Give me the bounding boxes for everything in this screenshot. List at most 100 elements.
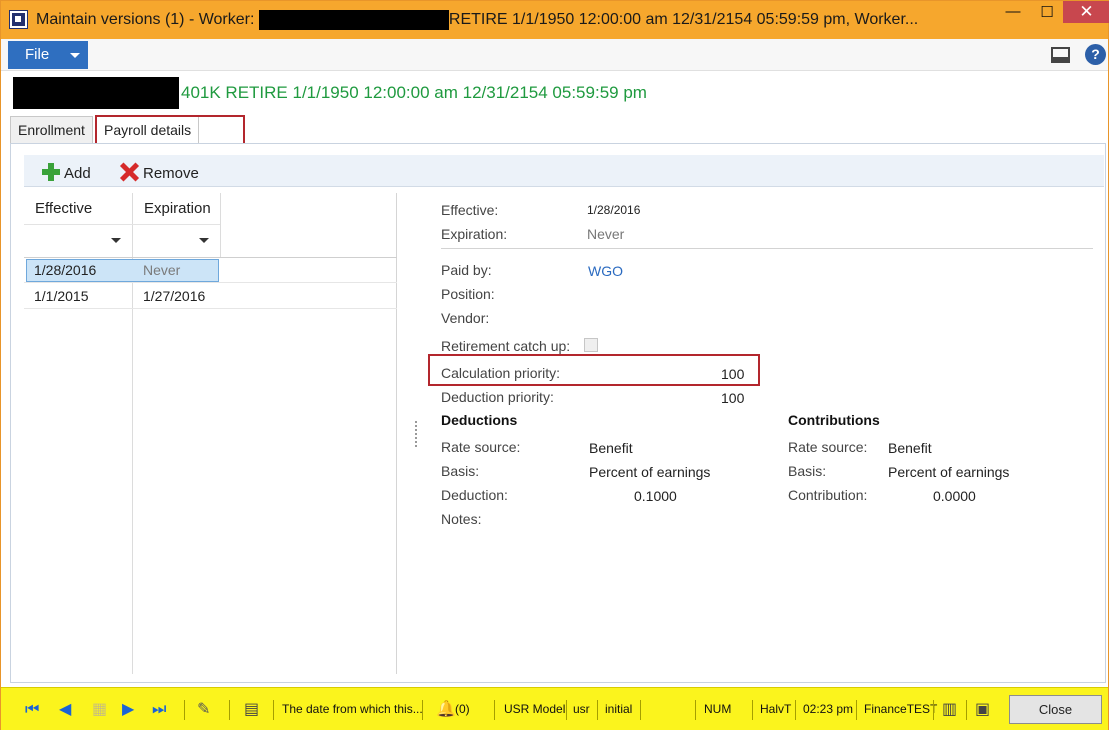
user-indicator: HalvT xyxy=(760,702,792,716)
calculation-priority-value[interactable]: 100 xyxy=(721,366,744,382)
remove-button[interactable]: Remove xyxy=(119,162,199,182)
deduction-amount-value: 0.1000 xyxy=(634,488,677,504)
num-lock-indicator: NUM xyxy=(704,702,732,716)
contribution-basis-label: Basis: xyxy=(788,463,827,479)
versions-grid: Effective Expiration 1/28/2016 Never 1/1… xyxy=(24,193,397,674)
model-indicator: USR Model xyxy=(504,702,566,716)
deduction-rate-source-label: Rate source: xyxy=(441,439,521,455)
redacted-name xyxy=(258,10,449,30)
tab-enrollment[interactable]: Enrollment xyxy=(10,116,93,143)
effective-label: Effective: xyxy=(441,202,499,218)
expiration-value: Never xyxy=(587,226,625,242)
contributions-heading: Contributions xyxy=(788,412,880,428)
table-row[interactable]: 1/28/2016 Never xyxy=(24,258,397,283)
filter-dropdown-icon[interactable] xyxy=(111,238,121,243)
deduction-priority-label: Deduction priority: xyxy=(441,389,554,405)
previous-record-icon[interactable]: ◀ xyxy=(59,702,71,718)
file-menu-button[interactable]: File xyxy=(8,41,88,69)
paid-by-link[interactable]: WGO xyxy=(588,263,623,279)
retirement-catch-up-checkbox[interactable] xyxy=(584,338,598,352)
paid-by-label: Paid by: xyxy=(441,262,492,278)
retirement-catch-up-label: Retirement catch up: xyxy=(441,338,571,354)
add-button[interactable]: Add xyxy=(41,162,91,182)
separator xyxy=(640,700,641,720)
column-header-effective[interactable]: Effective xyxy=(35,200,92,217)
attachment-icon[interactable]: ▤ xyxy=(244,702,259,718)
close-window-button[interactable]: ✕ xyxy=(1063,1,1109,23)
help-icon[interactable]: ? xyxy=(1085,44,1106,65)
pane-splitter[interactable] xyxy=(415,421,419,447)
header-divider xyxy=(24,224,220,225)
time-indicator: 02:23 pm xyxy=(803,702,854,716)
deduction-amount-label: Deduction: xyxy=(441,487,508,503)
separator xyxy=(856,700,857,720)
position-label: Position: xyxy=(441,286,495,302)
table-row[interactable]: 1/1/2015 1/27/2016 xyxy=(24,284,397,309)
calculation-priority-label: Calculation priority: xyxy=(441,365,561,381)
app-icon xyxy=(9,10,28,29)
column-header-expiration[interactable]: Expiration xyxy=(144,200,211,217)
add-label: Add xyxy=(64,165,91,182)
separator xyxy=(933,700,934,720)
edit-pencil-icon[interactable]: ✎ xyxy=(197,702,210,718)
grid-view-icon[interactable]: ▦ xyxy=(92,702,107,718)
environment-indicator: FinanceTEST xyxy=(864,702,938,716)
notification-bell-icon[interactable]: 🔔 xyxy=(436,702,456,718)
notification-count[interactable]: (0) xyxy=(455,702,470,716)
field-help-text: The date from which this... xyxy=(282,702,423,716)
window-title: Maintain versions (1) - Worker: RETIRE 1… xyxy=(36,10,918,30)
printer-icon[interactable]: ▥ xyxy=(942,702,957,718)
last-record-icon[interactable]: ⏭ xyxy=(152,702,166,718)
contribution-amount-value: 0.0000 xyxy=(933,488,976,504)
tab-payroll-details[interactable]: Payroll details xyxy=(96,116,200,144)
separator xyxy=(597,700,598,720)
separator xyxy=(695,700,696,720)
remove-label: Remove xyxy=(143,165,199,182)
main-window: Maintain versions (1) - Worker: RETIRE 1… xyxy=(0,0,1109,730)
action-toolbar: Add Remove xyxy=(24,155,1104,187)
vendor-label: Vendor: xyxy=(441,310,490,326)
close-button[interactable]: Close xyxy=(1009,695,1102,724)
filter-dropdown-icon[interactable] xyxy=(199,238,209,243)
initial-indicator: initial xyxy=(605,702,633,716)
cell-expiration: Never xyxy=(143,262,181,278)
separator xyxy=(566,700,567,720)
redacted-worker-name xyxy=(13,77,179,109)
layout-icon[interactable] xyxy=(1051,47,1070,63)
divider xyxy=(441,248,1093,249)
separator xyxy=(229,700,230,720)
contribution-amount-label: Contribution: xyxy=(788,487,868,503)
separator xyxy=(752,700,753,720)
separator xyxy=(966,700,967,720)
deduction-rate-source-value: Benefit xyxy=(589,440,633,456)
chevron-down-icon xyxy=(70,53,80,58)
effective-value: 1/28/2016 xyxy=(587,203,641,217)
cell-effective: 1/1/2015 xyxy=(34,288,89,304)
menu-bar: File ? xyxy=(1,39,1108,71)
column-divider xyxy=(220,193,221,257)
title-bar: Maintain versions (1) - Worker: RETIRE 1… xyxy=(1,1,1109,39)
minimize-button[interactable]: — xyxy=(997,3,1029,27)
cell-expiration: 1/27/2016 xyxy=(143,288,206,304)
status-bar: ⏮ ◀ ▦ ▶ ⏭ ✎ ▤ The date from which this..… xyxy=(1,687,1108,730)
deductions-heading: Deductions xyxy=(441,412,518,428)
first-record-icon[interactable]: ⏮ xyxy=(25,702,39,718)
next-record-icon[interactable]: ▶ xyxy=(122,702,134,718)
notes-label: Notes: xyxy=(441,511,482,527)
database-icon[interactable]: ▣ xyxy=(975,702,990,718)
deduction-basis-label: Basis: xyxy=(441,463,480,479)
deduction-priority-value[interactable]: 100 xyxy=(721,390,744,406)
maximize-button[interactable]: ☐ xyxy=(1031,3,1063,27)
separator xyxy=(273,700,274,720)
contribution-rate-source-label: Rate source: xyxy=(788,439,868,455)
deduction-basis-value: Percent of earnings xyxy=(589,464,711,480)
contribution-basis-value: Percent of earnings xyxy=(888,464,1010,480)
layer-indicator: usr xyxy=(573,702,590,716)
window-title-prefix: Maintain versions (1) - Worker: xyxy=(36,11,255,29)
cell-effective: 1/28/2016 xyxy=(34,262,97,278)
window-title-suffix: RETIRE 1/1/1950 12:00:00 am 12/31/2154 0… xyxy=(448,11,919,29)
separator xyxy=(795,700,796,720)
separator xyxy=(184,700,185,720)
tab-content-panel: Add Remove Effective Expiration 1/28/201… xyxy=(10,143,1106,683)
separator xyxy=(422,700,423,720)
